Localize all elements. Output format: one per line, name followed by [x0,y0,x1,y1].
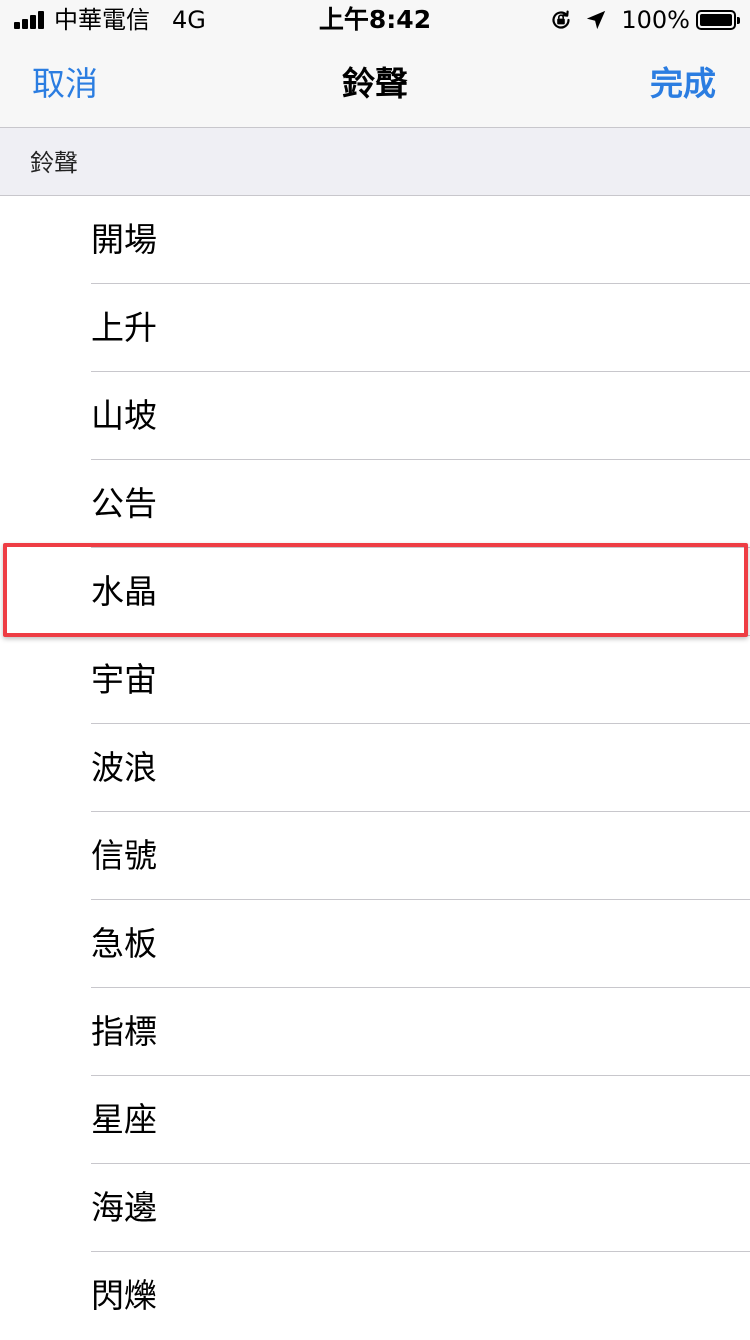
navigation-bar: 取消 鈴聲 完成 [0,40,750,128]
list-item-label: 急板 [91,924,157,963]
list-item-label: 信號 [91,836,157,875]
list-item-label: 公告 [91,484,157,523]
list-item-label: 波浪 [91,748,157,787]
status-bar: 中華電信 4G 上午8:42 100% [0,0,750,40]
battery-icon [696,10,740,30]
list-item-label: 上升 [91,308,157,347]
list-item[interactable]: 山坡 [0,372,750,460]
list-item[interactable]: 海邊 [0,1164,750,1252]
ringtone-list: 開場 上升 山坡 公告 水晶 宇宙 波浪 信號 急板 指標 星座 海邊 閃爍 [0,196,750,1340]
list-item[interactable]: 急板 [0,900,750,988]
list-item[interactable]: 信號 [0,812,750,900]
section-header-label: 鈴聲 [30,149,78,177]
list-item[interactable]: 星座 [0,1076,750,1164]
list-item[interactable]: 上升 [0,284,750,372]
done-button[interactable]: 完成 [650,40,716,128]
rotation-lock-icon [552,10,570,29]
status-right: 100% [549,0,740,40]
list-item-label: 閃爍 [91,1276,157,1315]
location-arrow-icon [587,10,606,30]
list-item[interactable]: 公告 [0,460,750,548]
list-item-label: 水晶 [91,572,157,611]
list-item-label: 星座 [91,1100,157,1139]
list-item[interactable]: 閃爍 [0,1252,750,1340]
list-item-label: 開場 [91,220,157,259]
list-item-label: 海邊 [91,1188,157,1227]
list-item-label: 指標 [91,1012,157,1051]
list-item-highlighted[interactable]: 水晶 [0,548,750,636]
list-item-label: 宇宙 [91,660,157,699]
battery-percent: 100% [621,6,690,34]
list-item[interactable]: 開場 [0,196,750,284]
list-item[interactable]: 波浪 [0,724,750,812]
page-title: 鈴聲 [342,64,408,103]
list-item[interactable]: 指標 [0,988,750,1076]
list-item[interactable]: 宇宙 [0,636,750,724]
list-item-label: 山坡 [91,396,157,435]
section-header: 鈴聲 [0,128,750,196]
